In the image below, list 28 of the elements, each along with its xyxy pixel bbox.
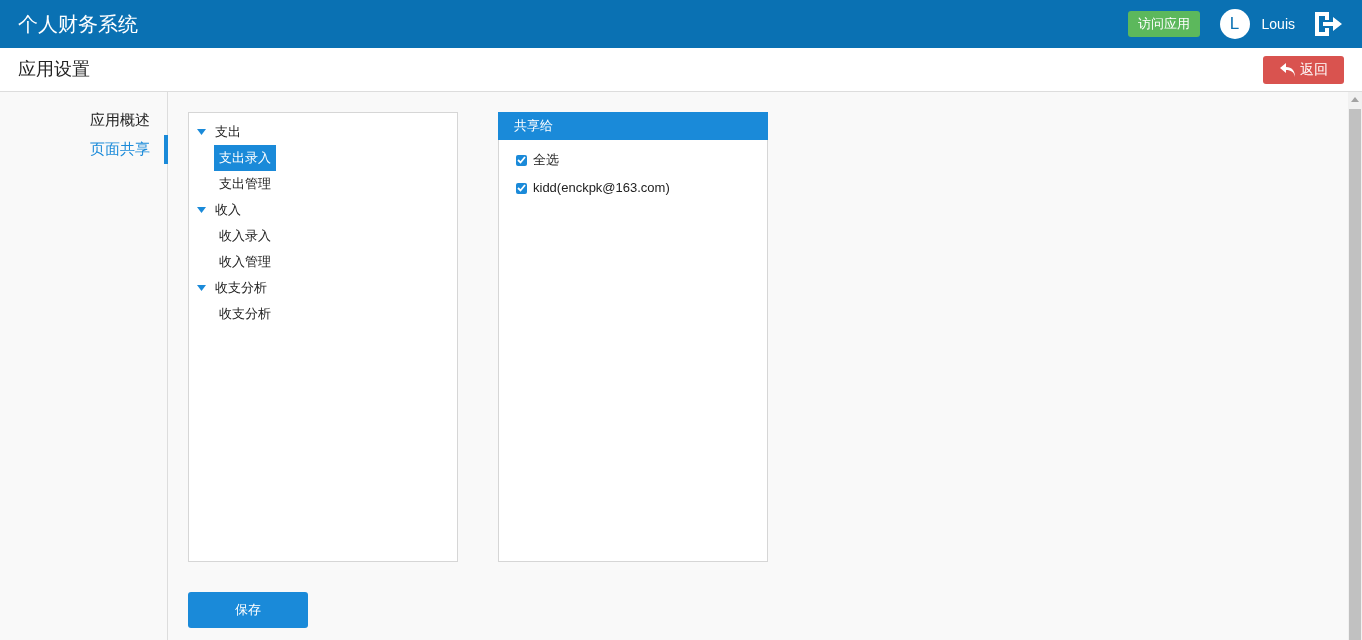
scroll-up-arrow-icon[interactable]: [1351, 97, 1359, 102]
tree-node[interactable]: 收入管理: [214, 249, 276, 275]
user-avatar[interactable]: L: [1219, 9, 1250, 39]
logout-icon[interactable]: [1315, 12, 1342, 36]
reply-arrow-icon: [1279, 62, 1296, 77]
checkbox[interactable]: [516, 154, 527, 166]
tree-node[interactable]: 收支分析: [215, 278, 267, 298]
expand-caret-icon[interactable]: [197, 129, 206, 135]
sidebar-item[interactable]: 页面共享: [0, 135, 168, 164]
tree-node[interactable]: 收入: [215, 200, 241, 220]
tree-node[interactable]: 支出录入: [214, 145, 276, 171]
checkbox-label: 全选: [533, 151, 559, 170]
app-title: 个人财务系统: [18, 12, 139, 37]
tree-node[interactable]: 支出管理: [214, 171, 276, 197]
expand-caret-icon[interactable]: [197, 285, 206, 291]
expand-caret-icon[interactable]: [197, 207, 206, 213]
tree-node[interactable]: 收支分析: [214, 301, 276, 327]
checkbox-label: kidd(enckpk@163.com): [533, 179, 670, 198]
tree-node[interactable]: 收入录入: [214, 223, 276, 249]
sidebar-item[interactable]: 应用概述: [0, 106, 168, 135]
checkbox[interactable]: [516, 182, 527, 194]
share-panel-header: 共享给: [498, 112, 768, 140]
user-name[interactable]: Louis: [1261, 13, 1295, 35]
back-button[interactable]: 返回: [1263, 55, 1344, 84]
scrollbar[interactable]: [1348, 92, 1362, 640]
page-title: 应用设置: [18, 58, 91, 81]
save-button[interactable]: 保存: [188, 592, 308, 628]
tree-node[interactable]: 支出: [215, 122, 241, 142]
